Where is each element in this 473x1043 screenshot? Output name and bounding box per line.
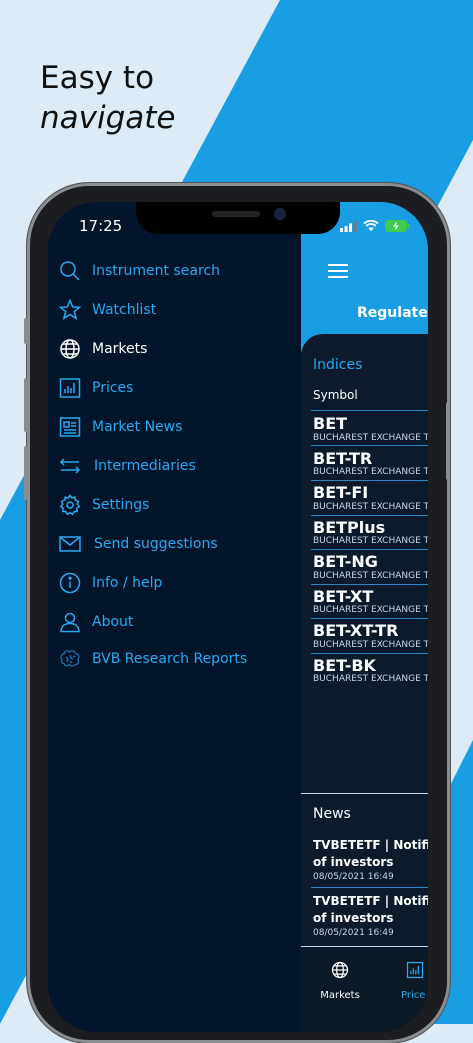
- search-icon: [60, 261, 80, 281]
- gear-icon: [59, 494, 81, 516]
- menu-item-about[interactable]: About: [58, 606, 133, 638]
- menu-item-send-suggestions[interactable]: Send suggestions: [58, 528, 218, 560]
- globe-icon: [60, 339, 80, 359]
- signal-icon: [340, 220, 357, 232]
- divider: [301, 946, 428, 947]
- menu-item-bvb-research-reports[interactable]: BVB Research Reports: [58, 643, 247, 675]
- news-headline-cont: of investors: [313, 911, 394, 925]
- newspaper-icon: [59, 417, 81, 437]
- phone-volume-up: [24, 378, 28, 432]
- divider: [311, 480, 428, 481]
- menu-label: Watchlist: [92, 302, 157, 318]
- bar-chart-icon: [59, 378, 81, 398]
- divider: [311, 515, 428, 516]
- divider: [311, 618, 428, 619]
- index-exchange: BUCHAREST EXCHANGE T: [313, 674, 428, 684]
- status-time: 17:25: [79, 217, 123, 235]
- index-symbol: BET: [313, 414, 348, 433]
- index-symbol: BET-BK: [313, 656, 376, 675]
- menu-item-market-news[interactable]: Market News: [58, 411, 182, 443]
- index-exchange: BUCHAREST EXCHANGE T: [313, 467, 428, 477]
- bottom-nav: Markets Price: [301, 950, 428, 1032]
- menu-label: Intermediaries: [94, 458, 196, 474]
- index-exchange: BUCHAREST EXCHANGE T: [313, 502, 428, 512]
- news-date: 08/05/2021 16:49: [313, 928, 394, 938]
- index-symbol: BET-TR: [313, 449, 373, 468]
- star-icon: [58, 298, 82, 320]
- index-symbol: BETPlus: [313, 518, 386, 537]
- phone-silent-switch: [24, 318, 28, 344]
- envelope-icon: [59, 536, 81, 552]
- menu-label: Send suggestions: [94, 536, 218, 552]
- nav-markets[interactable]: Markets: [309, 960, 371, 1001]
- index-exchange: BUCHAREST EXCHANGE T: [313, 605, 428, 615]
- phone-volume-down: [24, 446, 28, 500]
- battery-icon: [385, 220, 410, 232]
- app-main: Regulated Indices Symbol BET BUCHAREST E…: [301, 202, 428, 1032]
- phone-screen: 17:25 Regulated Indices Symbol: [48, 202, 428, 1032]
- globe-icon: [331, 961, 349, 979]
- divider: [311, 549, 428, 550]
- news-title: News: [313, 806, 351, 822]
- bar-chart-icon: [406, 961, 424, 979]
- navigation-drawer: Instrument search Watchlist Markets Pric…: [48, 202, 301, 1032]
- headline-line2: navigate: [40, 100, 176, 136]
- divider: [311, 653, 428, 654]
- news-headline: TVBETETF | Notific: [313, 894, 428, 908]
- hamburger-menu-icon[interactable]: [328, 264, 348, 278]
- notch: [136, 202, 340, 234]
- headline: Easy to navigate: [40, 58, 176, 138]
- status-icons: [340, 220, 410, 232]
- menu-item-settings[interactable]: Settings: [58, 489, 149, 521]
- news-date: 08/05/2021 16:49: [313, 872, 394, 882]
- front-camera: [274, 208, 286, 220]
- menu-label: Settings: [92, 497, 150, 513]
- divider: [311, 410, 428, 411]
- divider: [311, 887, 428, 888]
- menu-item-info-help[interactable]: Info / help: [58, 567, 162, 599]
- news-headline: TVBETETF | Notific: [313, 838, 428, 852]
- index-symbol: BET-XT-TR: [313, 621, 399, 640]
- arrows-icon: [59, 458, 81, 474]
- menu-label: BVB Research Reports: [92, 651, 248, 667]
- info-icon: [59, 572, 81, 594]
- index-exchange: BUCHAREST EXCHANGE T: [313, 640, 428, 650]
- menu-label: Prices: [92, 380, 134, 396]
- divider: [311, 445, 428, 446]
- menu-item-watchlist[interactable]: Watchlist: [58, 294, 156, 326]
- menu-label: Instrument search: [92, 263, 220, 279]
- wifi-icon: [363, 220, 379, 231]
- tab-regulated[interactable]: Regulated: [357, 305, 428, 321]
- speaker: [212, 211, 260, 217]
- menu-label: About: [92, 614, 134, 630]
- menu-item-intermediaries[interactable]: Intermediaries: [58, 450, 196, 482]
- nav-price[interactable]: Price: [385, 960, 428, 1001]
- index-exchange: BUCHAREST EXCHANGE T: [313, 571, 428, 581]
- news-headline-cont: of investors: [313, 855, 394, 869]
- user-icon: [60, 612, 80, 633]
- menu-item-instrument-search[interactable]: Instrument search: [58, 255, 220, 287]
- nav-markets-label: Markets: [320, 990, 360, 1001]
- symbol-column-header: Symbol: [313, 388, 358, 402]
- index-symbol: BET-FI: [313, 483, 369, 502]
- menu-label: Markets: [92, 341, 148, 357]
- divider: [311, 584, 428, 585]
- index-symbol: BET-XT: [313, 587, 374, 606]
- menu-label: Info / help: [92, 575, 163, 591]
- menu-item-prices[interactable]: Prices: [58, 372, 133, 404]
- divider: [301, 793, 428, 794]
- index-symbol: BET-NG: [313, 552, 378, 571]
- indices-title: Indices: [313, 357, 363, 373]
- phone-power-button: [446, 402, 450, 480]
- nav-price-label: Price: [401, 990, 426, 1001]
- index-exchange: BUCHAREST EXCHANGE T: [313, 536, 428, 546]
- menu-item-markets[interactable]: Markets: [58, 333, 147, 365]
- brain-icon: [60, 650, 80, 667]
- index-exchange: BUCHAREST EXCHANGE T: [313, 433, 428, 443]
- menu-label: Market News: [92, 419, 183, 435]
- headline-line1: Easy to: [40, 60, 155, 96]
